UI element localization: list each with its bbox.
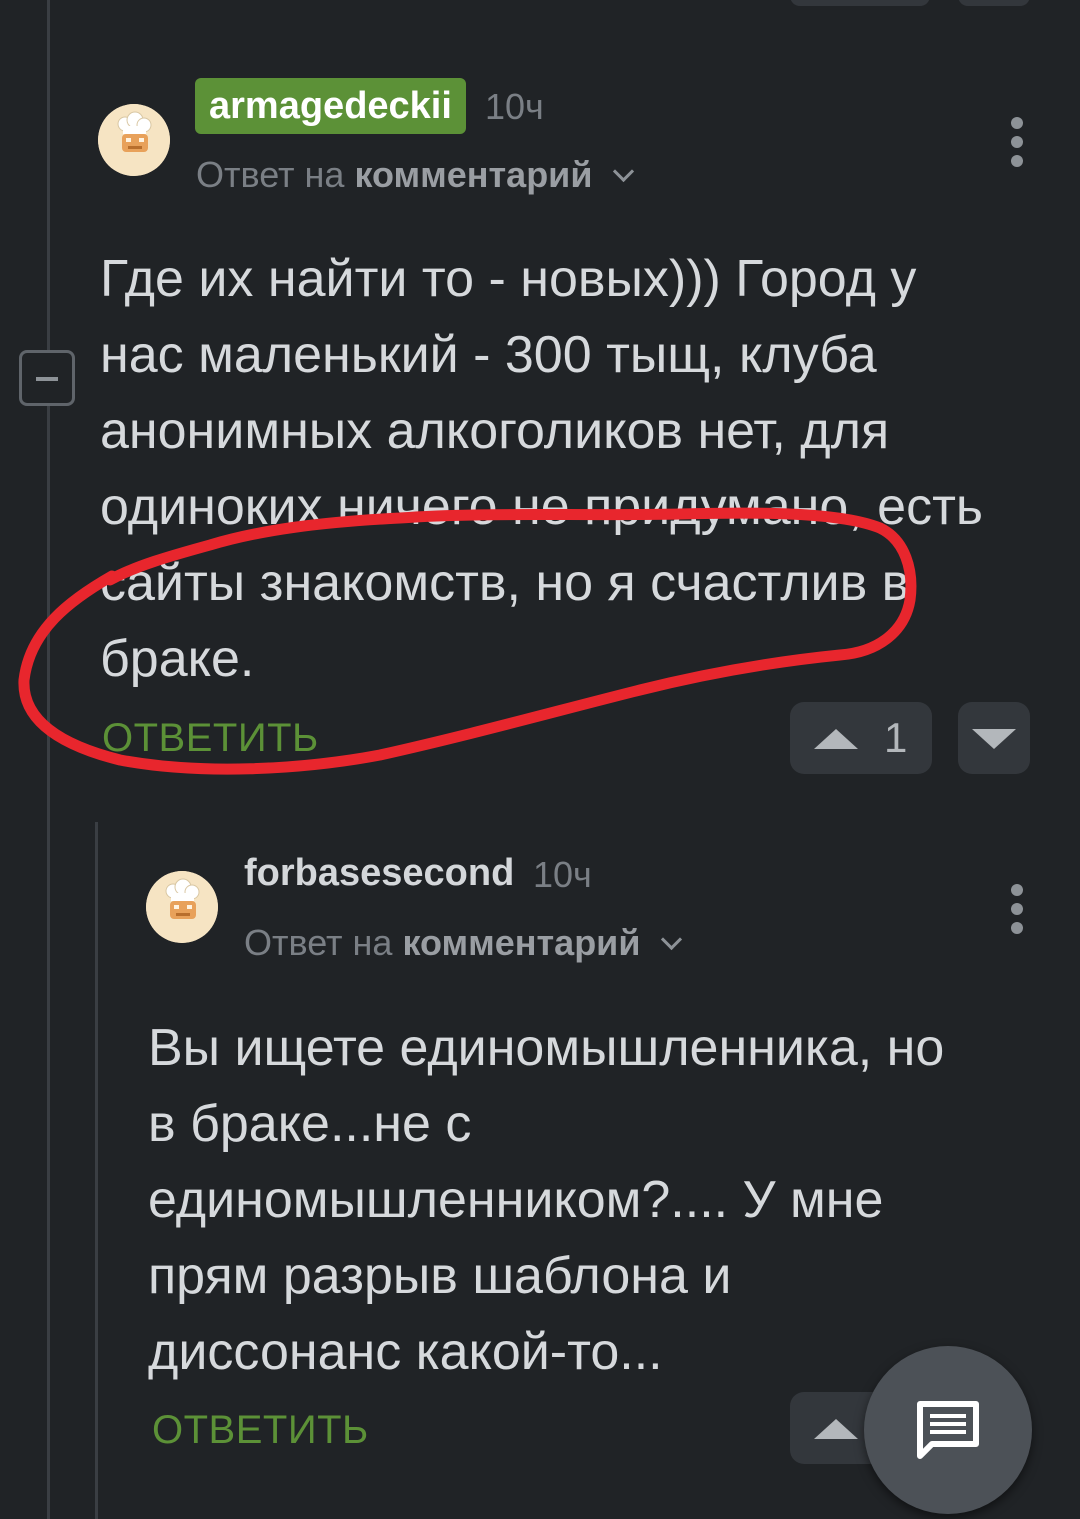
chevron-down-icon: [661, 928, 683, 951]
reply-to-line[interactable]: Ответ на комментарий: [196, 154, 635, 196]
vote-count: 1: [884, 714, 908, 761]
triangle-up-icon: [814, 1419, 858, 1439]
reply-to-target: комментарий: [354, 154, 593, 195]
comment-time: 10ч: [533, 854, 592, 895]
chevron-down-icon: [613, 160, 635, 183]
comment-fab-button[interactable]: [864, 1346, 1032, 1514]
thread-line-level2: [95, 822, 98, 1519]
triangle-up-icon: [814, 729, 858, 749]
collapse-thread-button[interactable]: [19, 350, 75, 406]
comment-text: Где их найти то - новых))) Город у нас м…: [100, 250, 984, 688]
comment-icon: [917, 1401, 979, 1459]
chef-hat-avatar-icon: [98, 104, 170, 176]
reply-button[interactable]: ОТВЕТИТЬ: [152, 1408, 369, 1453]
prev-vote-box-fragment: [790, 0, 930, 6]
avatar[interactable]: [98, 104, 170, 176]
reply-to-line[interactable]: Ответ на комментарий: [244, 922, 683, 964]
comments-page: armagedeckii 10ч Ответ на комментарий Гд…: [0, 0, 1080, 1519]
username-badge[interactable]: armagedeckii: [195, 78, 466, 134]
downvote-button[interactable]: [958, 702, 1030, 774]
upvote-button[interactable]: 1: [790, 702, 932, 774]
reply-to-prefix: Ответ на: [244, 922, 393, 963]
vertical-dots-icon[interactable]: [1009, 884, 1025, 934]
reply-to-prefix: Ответ на: [196, 154, 345, 195]
chef-hat-avatar-icon: [146, 871, 218, 943]
username[interactable]: forbasesecond: [244, 852, 514, 895]
vertical-dots-icon[interactable]: [1009, 117, 1025, 167]
triangle-down-icon: [972, 729, 1016, 749]
prev-vote-box-fragment-2: [958, 0, 1030, 6]
comment-text: Вы ищете единомышленника, но в браке...н…: [148, 1019, 945, 1381]
reply-to-target: комментарий: [402, 922, 641, 963]
thread-line-level1: [47, 0, 50, 1519]
comment-time: 10ч: [485, 86, 544, 127]
avatar[interactable]: [146, 871, 218, 943]
reply-button[interactable]: ОТВЕТИТЬ: [102, 716, 319, 761]
